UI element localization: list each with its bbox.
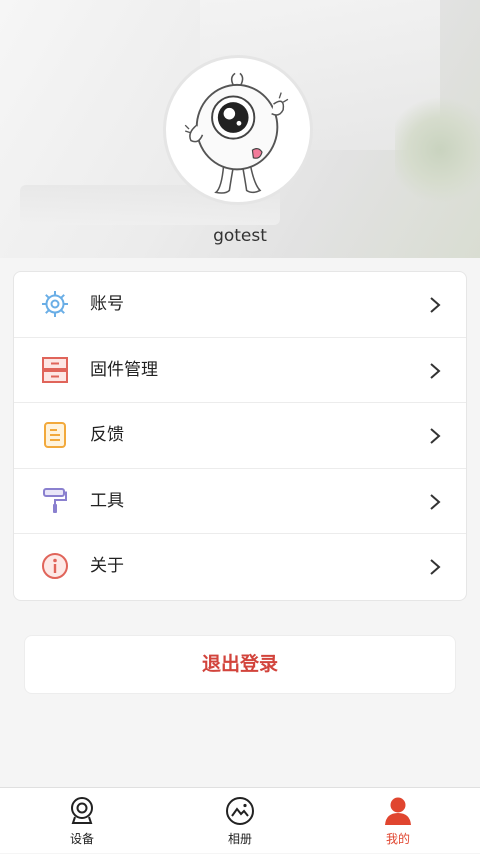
info-icon [41,552,69,580]
menu-item-account[interactable]: 账号 [14,272,466,338]
menu-item-tools[interactable]: 工具 [14,469,466,535]
tab-devices[interactable]: 设备 [42,788,122,854]
menu-item-label: 工具 [90,490,124,511]
paint-roller-icon [41,487,69,515]
chevron-right-icon [430,297,441,313]
menu-item-about[interactable]: 关于 [14,534,466,600]
album-icon [225,796,255,826]
menu-item-firmware[interactable]: 固件管理 [14,338,466,404]
tab-label: 我的 [385,832,410,846]
drawer-icon [41,356,69,384]
menu-item-label: 反馈 [90,425,124,446]
person-icon [383,796,413,826]
chevron-right-icon [430,362,441,379]
background-plant [395,95,480,205]
menu-item-feedback[interactable]: 反馈 [14,403,466,469]
tab-album[interactable]: 相册 [200,788,280,854]
chevron-right-icon [430,559,441,576]
profile-header: gotest [0,0,480,258]
username: gotest [213,226,267,246]
logout-button[interactable]: 退出登录 [24,635,456,694]
bottom-tab-bar: 设备 相册 我的 [0,787,480,853]
menu-item-label: 关于 [90,556,124,577]
avatar[interactable] [163,55,313,205]
chevron-right-icon [430,494,441,510]
document-icon [41,421,69,449]
chevron-right-icon [430,428,441,444]
menu-item-label: 固件管理 [90,359,158,380]
tab-label: 设备 [69,832,94,846]
gear-icon [41,290,69,318]
tab-label: 相册 [227,832,252,846]
menu-item-label: 账号 [90,294,124,314]
tab-me[interactable]: 我的 [358,788,438,854]
settings-menu: 账号 固件管理 反馈 工具 关于 [13,271,467,601]
eyeball-mascot-icon [184,72,289,194]
camera-icon [67,796,97,826]
